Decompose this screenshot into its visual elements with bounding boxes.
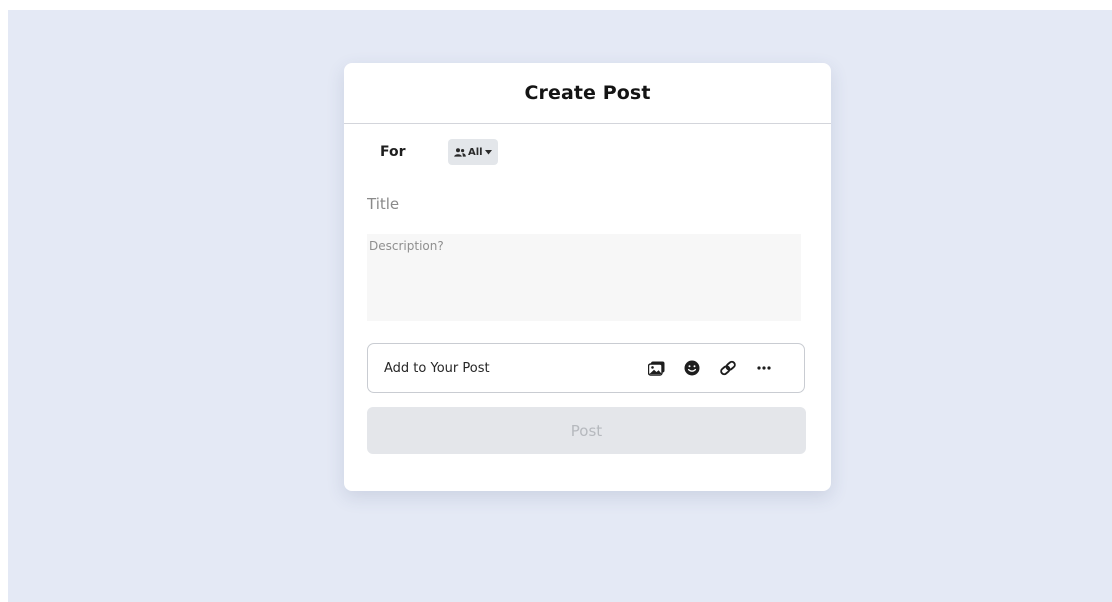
page-background: Create Post For All Title Description? A… bbox=[8, 10, 1112, 602]
audience-select[interactable]: All bbox=[448, 139, 498, 165]
dialog-header: Create Post bbox=[344, 63, 831, 124]
for-label: For bbox=[380, 144, 406, 160]
caret-down-icon bbox=[484, 149, 492, 155]
more-icon[interactable] bbox=[754, 358, 774, 378]
add-to-post-label: Add to Your Post bbox=[384, 360, 490, 376]
users-icon bbox=[454, 147, 466, 157]
add-to-post-bar: Add to Your Post bbox=[367, 343, 805, 393]
add-to-post-tools bbox=[646, 358, 774, 378]
audience-value: All bbox=[468, 146, 483, 158]
audience-row: For All bbox=[380, 139, 498, 165]
post-button[interactable]: Post bbox=[367, 407, 806, 454]
title-input[interactable] bbox=[367, 195, 805, 213]
link-icon[interactable] bbox=[718, 358, 738, 378]
description-input[interactable] bbox=[367, 234, 801, 321]
dialog-title: Create Post bbox=[524, 82, 651, 104]
create-post-dialog: Create Post For All Title Description? A… bbox=[344, 63, 831, 491]
image-icon[interactable] bbox=[646, 358, 666, 378]
emoji-icon[interactable] bbox=[682, 358, 702, 378]
